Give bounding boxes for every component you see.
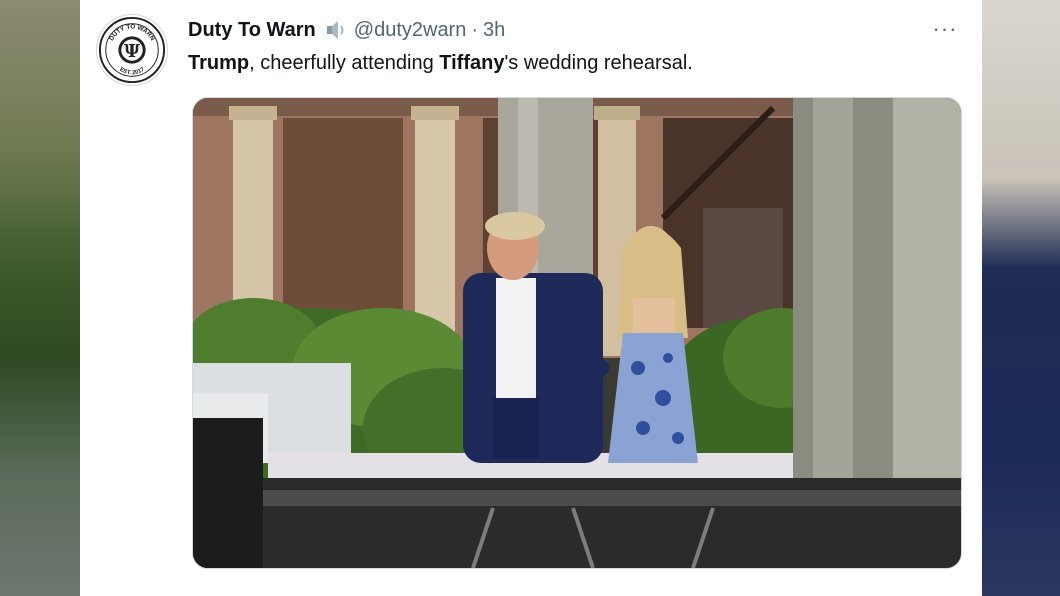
tweet-footer: [80, 570, 982, 596]
avatar-symbol: Ψ: [124, 42, 140, 62]
tweet-text-strong-1: Trump: [188, 52, 250, 74]
tweet-text-part-2: 's wedding rehearsal.: [504, 52, 693, 74]
more-icon[interactable]: ···: [930, 16, 960, 46]
separator-dot: ·: [471, 18, 479, 41]
tweet-text-part-1: , cheerfully attending: [249, 52, 440, 74]
duty-to-warn-logo-icon: DUTY TO WARN EST. 2017 Ψ: [98, 16, 166, 84]
speaker-icon: [326, 20, 348, 40]
display-name[interactable]: Duty To Warn: [188, 19, 316, 42]
tweet-text-strong-2: Tiffany: [439, 52, 505, 74]
blurred-background-left: [0, 0, 80, 596]
tweet-photo[interactable]: [192, 97, 962, 569]
handle[interactable]: @duty2warn: [354, 19, 467, 42]
avatar[interactable]: DUTY TO WARN EST. 2017 Ψ: [96, 14, 168, 86]
photo-scene: [193, 98, 961, 568]
tweet-card[interactable]: DUTY TO WARN EST. 2017 Ψ Duty To Warn @d…: [80, 0, 982, 596]
timestamp[interactable]: 3h: [483, 19, 505, 42]
tweet-text: Trump, cheerfully attending Tiffany's we…: [188, 52, 693, 75]
blurred-background-right: [982, 0, 1060, 596]
tweet-header: Duty To Warn @duty2warn · 3h: [188, 18, 505, 42]
